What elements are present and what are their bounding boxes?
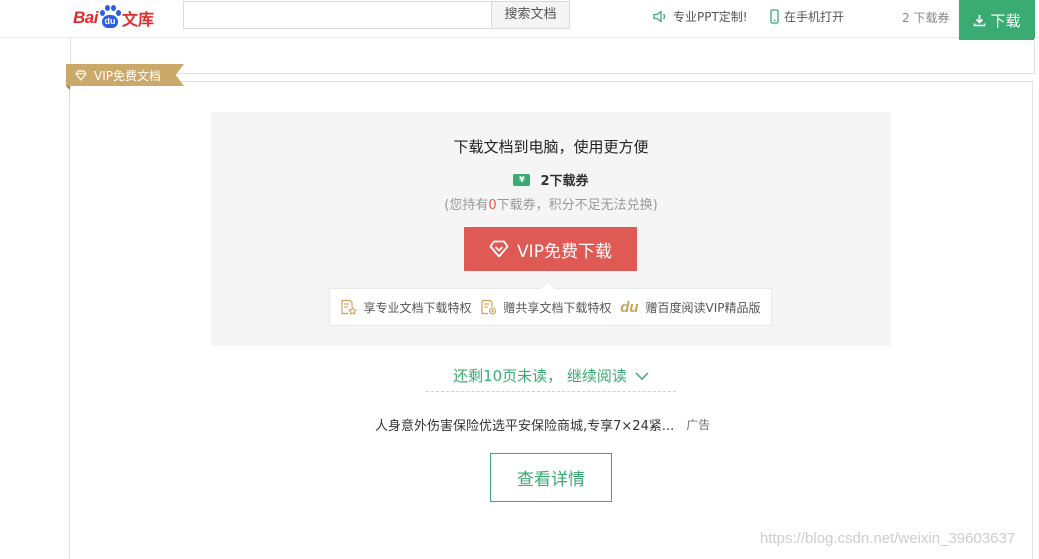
open-on-mobile-link[interactable]: 在手机打开 [770, 7, 844, 25]
download-button-label: 下载 [990, 11, 1021, 30]
mobile-phone-icon [770, 8, 779, 24]
du-reading-logo: du [620, 298, 639, 316]
search-button[interactable]: 搜索文档 [491, 1, 570, 29]
previous-content-frame [70, 38, 1035, 74]
speaker-icon [653, 10, 666, 22]
ribbon-fold [66, 86, 70, 90]
privilege-label: 享专业文档下载特权 [363, 300, 472, 315]
privilege-label: 赠共享文档下载特权 [503, 300, 612, 315]
ad-text[interactable]: 人身意外伤害保险优选平安保险商城,专享7×24紧... [375, 415, 674, 434]
ad-tag: 广告 [686, 417, 711, 432]
doc-share-icon [481, 299, 497, 315]
continue-reading-label: 还剩10页未读， 继续阅读 [453, 367, 627, 385]
privilege-item: 赠共享文档下载特权 [480, 299, 611, 316]
coupon-cost: 2下载券 [540, 174, 589, 189]
ppt-link-label: 专业PPT定制! [673, 9, 748, 24]
diamond-icon [489, 240, 509, 258]
mobile-link-label: 在手机打开 [784, 9, 845, 24]
search-input[interactable] [183, 1, 492, 29]
privilege-label: 赠百度阅读VIP精品版 [645, 300, 761, 315]
coupon-holding-note: (您持有0下载券，积分不足无法兑换) [211, 194, 891, 213]
logo-bai-text: Bai [73, 8, 98, 27]
download-button[interactable]: 下载 [959, 0, 1035, 40]
top-bar: Bai du 文库 搜索文档 专业PPT定制! 在手机打开 2 下载券 下载 [0, 0, 1039, 40]
ppt-custom-link[interactable]: 专业PPT定制! [653, 7, 748, 25]
vip-free-download-button[interactable]: VIP免费下载 [464, 227, 637, 271]
download-icon [974, 14, 986, 26]
coupon-count-label: 2 下载券 [902, 11, 950, 25]
hold-prefix: (您持有 [444, 198, 489, 213]
vip-privileges-box: 享专业文档下载特权 赠共享文档下载特权 du 赠百度阅读VIP精品版 [329, 288, 772, 326]
baidu-wenku-logo[interactable]: Bai du 文库 [73, 4, 154, 32]
continue-reading-link[interactable]: 还剩10页未读， 继续阅读 [426, 360, 676, 392]
baidu-paw-icon: du [99, 5, 121, 31]
diamond-icon [75, 69, 87, 81]
vip-free-doc-ribbon: VIP免费文档 [66, 64, 184, 86]
privilege-item: du 赠百度阅读VIP精品版 [620, 299, 760, 316]
ticket-icon: ¥ [513, 173, 531, 186]
doc-star-icon [341, 299, 358, 315]
logo-du-text: du [101, 15, 118, 28]
logo-wenku-text: 文库 [121, 12, 154, 29]
vip-ribbon-label: VIP免费文档 [94, 68, 161, 83]
view-details-button[interactable]: 查看详情 [490, 453, 612, 502]
hold-suffix: 下载券，积分不足无法兑换) [496, 198, 658, 213]
download-prompt-title: 下载文档到电脑，使用更方便 [453, 138, 649, 156]
ad-row[interactable]: 人身意外伤害保险优选平安保险商城,专享7×24紧... 广告 [375, 415, 711, 434]
vip-button-label: VIP免费下载 [517, 241, 612, 262]
csdn-watermark: https://blog.csdn.net/weixin_39603637 [760, 530, 1016, 547]
hold-count: 0 [488, 198, 497, 213]
privilege-item: 享专业文档下载特权 [340, 299, 471, 316]
chevron-down-icon [635, 371, 649, 380]
download-prompt-box: 下载文档到电脑，使用更方便 ¥ 2下载券 (您持有0下载券，积分不足无法兑换) … [211, 112, 891, 346]
coupon-cost-row: ¥ 2下载券 [211, 170, 891, 189]
